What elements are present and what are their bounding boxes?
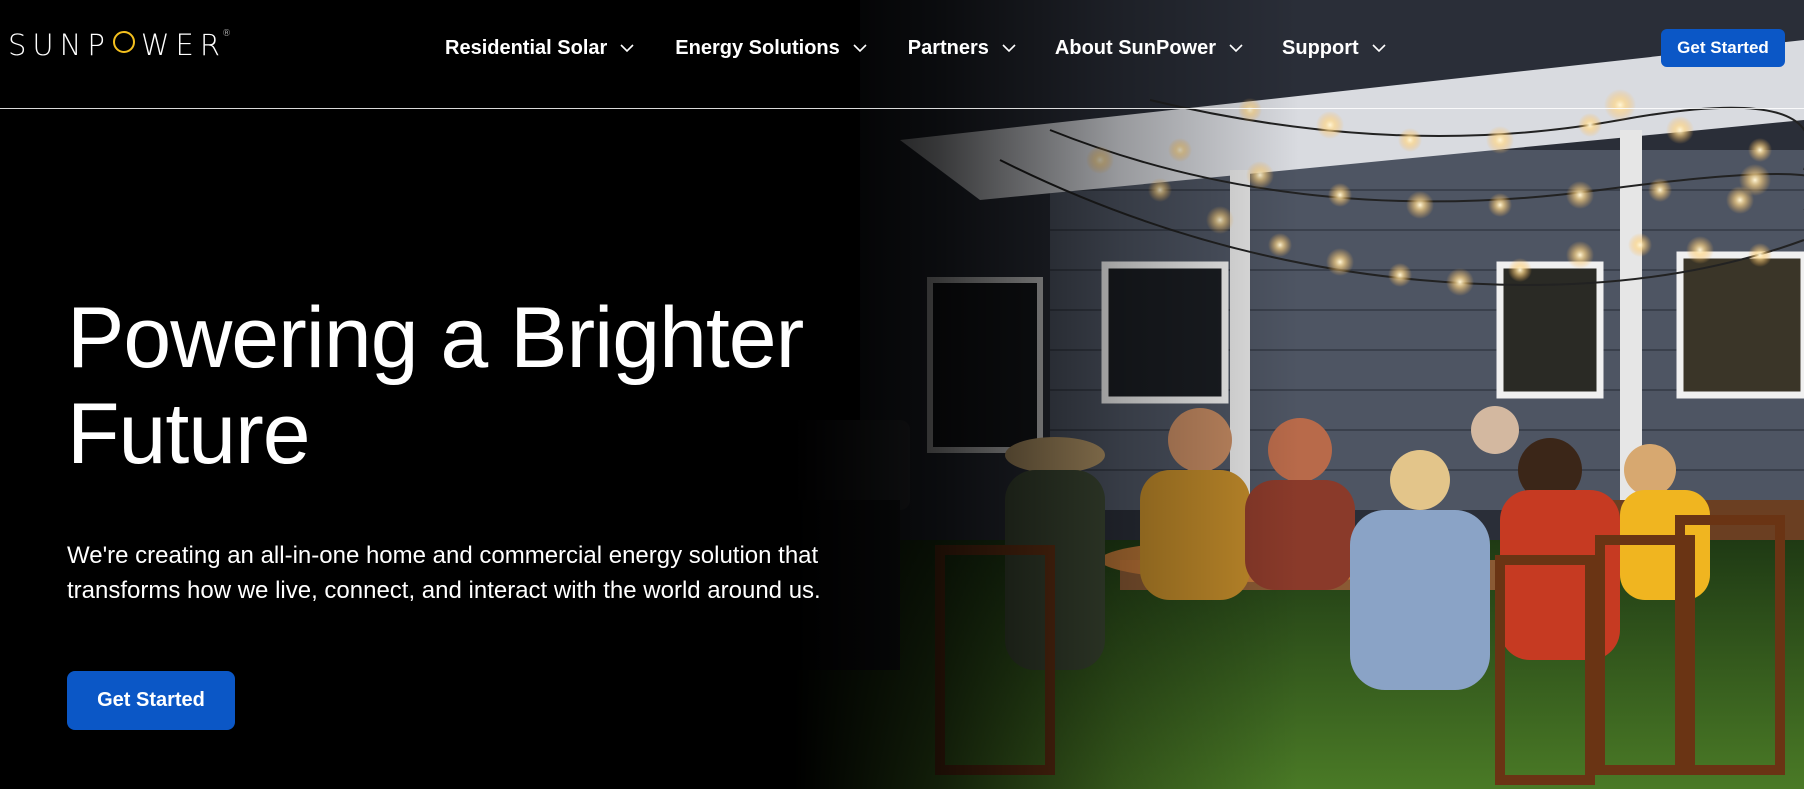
nav-item-partners[interactable]: Partners bbox=[908, 30, 1017, 66]
site-header: SUNP WER ® Residential Solar Energy Solu… bbox=[0, 0, 1804, 109]
hero-section: Powering a Brighter Future bbox=[67, 290, 867, 482]
nav-item-energy-solutions[interactable]: Energy Solutions bbox=[675, 30, 867, 66]
chevron-down-icon bbox=[1229, 44, 1243, 53]
hero-subtitle-line-1: We're creating an all-in-one home and co… bbox=[67, 542, 819, 569]
hero-title-line-2: Future bbox=[67, 386, 311, 482]
logo-text-left: SUNP bbox=[8, 28, 111, 62]
chevron-down-icon bbox=[620, 44, 634, 53]
logo-sun-icon bbox=[112, 31, 135, 53]
nav-item-residential-solar[interactable]: Residential Solar bbox=[445, 30, 635, 66]
hero-title: Powering a Brighter Future bbox=[67, 290, 867, 482]
nav-item-label: About SunPower bbox=[1054, 36, 1217, 59]
hero-title-line-1: Powering a Brighter bbox=[67, 290, 804, 386]
hero-subtitle: We're creating an all-in-one home and co… bbox=[67, 538, 887, 608]
chevron-down-icon bbox=[853, 44, 867, 53]
nav-item-label: Support bbox=[1282, 36, 1359, 59]
nav-item-support[interactable]: Support bbox=[1282, 30, 1387, 66]
hero-subtitle-line-2: transforms how we live, connect, and int… bbox=[67, 577, 821, 604]
hero-get-started-button[interactable]: Get Started bbox=[67, 671, 235, 730]
main-nav: Residential Solar Energy Solutions Partn… bbox=[445, 30, 1387, 66]
logo-text-right: WER bbox=[140, 28, 226, 62]
chevron-down-icon bbox=[1372, 44, 1386, 53]
nav-item-label: Partners bbox=[907, 36, 989, 59]
nav-item-label: Residential Solar bbox=[445, 36, 608, 59]
header-get-started-button[interactable]: Get Started bbox=[1661, 29, 1785, 67]
sunpower-logo[interactable]: SUNP WER ® bbox=[8, 28, 231, 64]
nav-item-label: Energy Solutions bbox=[675, 36, 840, 59]
registered-mark: ® bbox=[221, 29, 231, 39]
chevron-down-icon bbox=[1002, 44, 1016, 53]
nav-item-about-sunpower[interactable]: About SunPower bbox=[1055, 30, 1244, 66]
